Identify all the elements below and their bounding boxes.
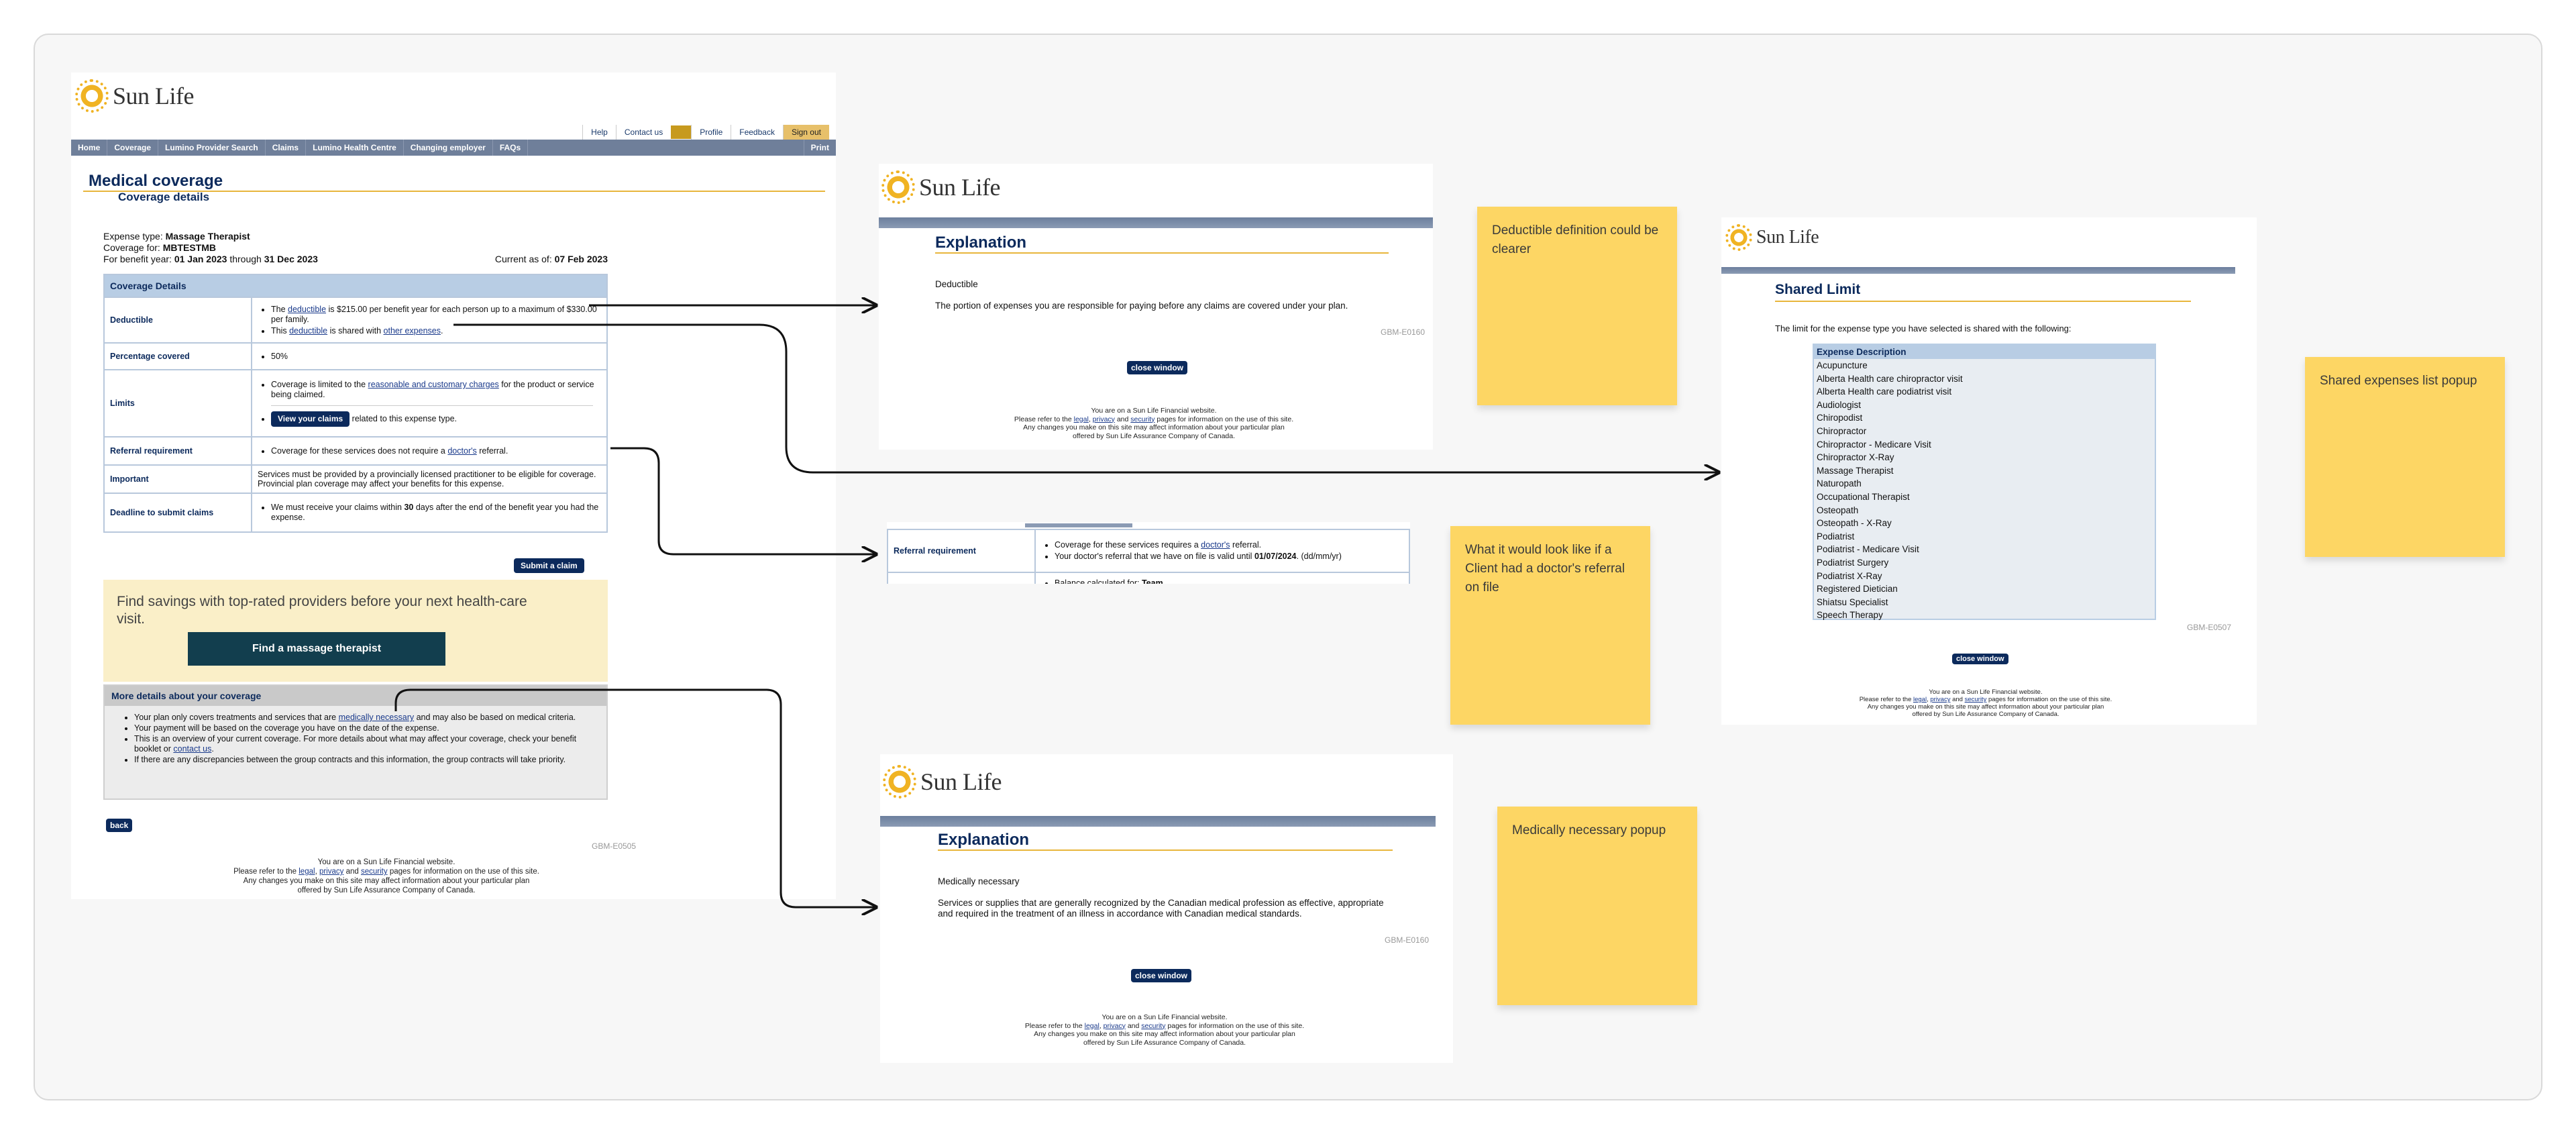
arrow-referral [610,447,876,554]
connector-arrows [394,0,2576,1134]
arrow-other-expenses [453,323,1719,472]
arrow-medically-necessary [394,688,876,907]
